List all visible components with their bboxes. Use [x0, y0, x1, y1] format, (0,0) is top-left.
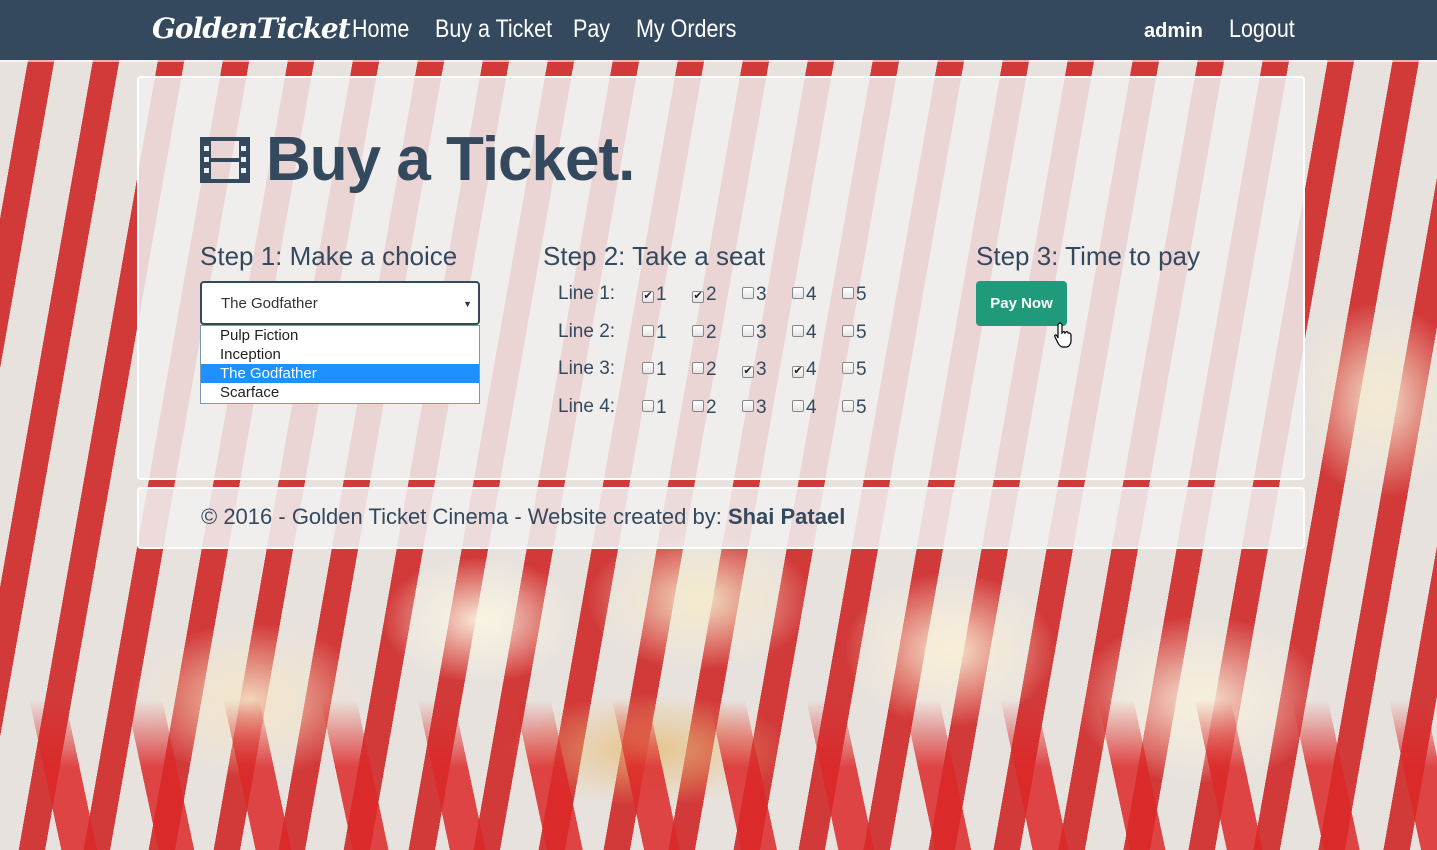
movie-option-scarface[interactable]: Scarface — [201, 383, 479, 402]
seat-checkbox[interactable]: 3 — [742, 397, 767, 419]
seat-number: 4 — [806, 284, 817, 305]
seat-number: 5 — [856, 359, 867, 380]
seat-number: 1 — [656, 322, 667, 343]
seat-checkbox[interactable]: 1 — [642, 397, 667, 419]
nav-buy-ticket[interactable]: Buy a Ticket — [435, 15, 552, 44]
checkbox-unchecked-icon[interactable] — [842, 362, 854, 374]
nav-my-orders[interactable]: My Orders — [636, 15, 736, 44]
seat-checkbox[interactable]: 5 — [842, 284, 867, 306]
movie-option-inception[interactable]: Inception — [201, 345, 479, 364]
seat-checkbox[interactable]: 4 — [792, 322, 817, 344]
seat-checkbox[interactable]: 3 — [742, 284, 767, 306]
checkbox-unchecked-icon[interactable] — [842, 287, 854, 299]
nav-home[interactable]: Home — [352, 15, 409, 44]
seat-checkbox[interactable]: 1 — [642, 359, 667, 381]
seat-number: 1 — [656, 397, 667, 418]
seat-line-label: Line 4: — [558, 396, 616, 417]
checkbox-unchecked-icon[interactable] — [842, 325, 854, 337]
brand-logo[interactable]: GoldenTicket — [152, 12, 351, 45]
checkbox-unchecked-icon[interactable] — [792, 287, 804, 299]
checkbox-unchecked-icon[interactable] — [792, 325, 804, 337]
checkbox-unchecked-icon[interactable] — [742, 400, 754, 412]
seat-number: 2 — [706, 359, 717, 380]
seat-number: 4 — [806, 322, 817, 343]
checkbox-unchecked-icon[interactable] — [642, 325, 654, 337]
seat-line-label: Line 2: — [558, 321, 616, 342]
hand-cursor-icon — [1054, 322, 1072, 348]
checkbox-checked-icon[interactable]: ✔ — [642, 291, 654, 303]
pay-now-button[interactable]: Pay Now — [976, 281, 1067, 326]
movie-select[interactable]: The Godfather ▼ — [200, 281, 480, 325]
seat-number: 4 — [806, 397, 817, 418]
movie-select-value: The Godfather — [221, 295, 318, 312]
chevron-down-icon: ▼ — [463, 299, 472, 309]
seat-checkbox[interactable]: 2 — [692, 359, 717, 381]
seat-number: 5 — [856, 322, 867, 343]
checkbox-checked-icon[interactable]: ✔ — [742, 366, 754, 378]
step1-title: Step 1: Make a choice — [200, 241, 458, 271]
nav-pay[interactable]: Pay — [573, 15, 610, 44]
movie-dropdown-list: Pulp Fiction Inception The Godfather Sca… — [200, 325, 480, 404]
seat-checkbox[interactable]: 5 — [842, 359, 867, 381]
seat-checkbox[interactable]: 4 — [792, 284, 817, 306]
film-icon — [200, 137, 250, 183]
seat-number: 1 — [656, 284, 667, 305]
seat-line-label: Line 3: — [558, 358, 616, 379]
seat-checkbox[interactable]: 4 — [792, 397, 817, 419]
seat-number: 3 — [756, 284, 767, 305]
checkbox-unchecked-icon[interactable] — [842, 400, 854, 412]
seat-number: 3 — [756, 359, 767, 380]
seat-checkbox[interactable]: 2 — [692, 397, 717, 419]
checkbox-unchecked-icon[interactable] — [742, 325, 754, 337]
seat-checkbox[interactable]: 5 — [842, 322, 867, 344]
seat-checkbox[interactable]: ✔ 2 — [692, 284, 717, 306]
navbar: GoldenTicket Home Buy a Ticket Pay My Or… — [0, 0, 1437, 60]
checkbox-unchecked-icon[interactable] — [692, 325, 704, 337]
seat-checkbox[interactable]: 3 — [742, 322, 767, 344]
nav-logout[interactable]: Logout — [1229, 15, 1295, 44]
footer-text: © 2016 - Golden Ticket Cinema - Website … — [201, 504, 845, 530]
seat-checkbox[interactable]: 1 — [642, 322, 667, 344]
step3-title: Step 3: Time to pay — [976, 241, 1201, 271]
movie-option-the-godfather[interactable]: The Godfather — [201, 364, 479, 383]
footer-author: Shai Patael — [727, 504, 846, 529]
seat-checkbox[interactable]: ✔ 3 — [742, 359, 767, 381]
seat-number: 5 — [856, 397, 867, 418]
checkbox-unchecked-icon[interactable] — [642, 400, 654, 412]
checkbox-unchecked-icon[interactable] — [792, 400, 804, 412]
seat-checkbox[interactable]: ✔ 4 — [792, 359, 817, 381]
checkbox-checked-icon[interactable]: ✔ — [692, 291, 704, 303]
movie-option-pulp-fiction[interactable]: Pulp Fiction — [201, 326, 479, 345]
step2-title: Step 2: Take a seat — [543, 241, 766, 271]
page-title: Buy a Ticket. — [266, 125, 635, 194]
seat-number: 3 — [756, 322, 767, 343]
seat-number: 2 — [706, 284, 717, 305]
seat-checkbox[interactable]: ✔ 1 — [642, 284, 667, 306]
checkbox-unchecked-icon[interactable] — [692, 362, 704, 374]
seat-number: 2 — [706, 397, 717, 418]
checkbox-checked-icon[interactable]: ✔ — [792, 366, 804, 378]
seat-number: 5 — [856, 284, 867, 305]
checkbox-unchecked-icon[interactable] — [742, 287, 754, 299]
seat-number: 2 — [706, 322, 717, 343]
seat-checkbox[interactable]: 5 — [842, 397, 867, 419]
background-popcorn-image — [0, 700, 1437, 850]
footer: © 2016 - Golden Ticket Cinema - Website … — [137, 487, 1305, 549]
checkbox-unchecked-icon[interactable] — [642, 362, 654, 374]
checkbox-unchecked-icon[interactable] — [692, 400, 704, 412]
seat-number: 4 — [806, 359, 817, 380]
username-label: admin — [1144, 20, 1203, 42]
seat-number: 1 — [656, 359, 667, 380]
seat-checkbox[interactable]: 2 — [692, 322, 717, 344]
footer-copyright: © 2016 - Golden Ticket Cinema - Website … — [201, 504, 728, 529]
seat-number: 3 — [756, 397, 767, 418]
seat-line-label: Line 1: — [558, 283, 616, 304]
